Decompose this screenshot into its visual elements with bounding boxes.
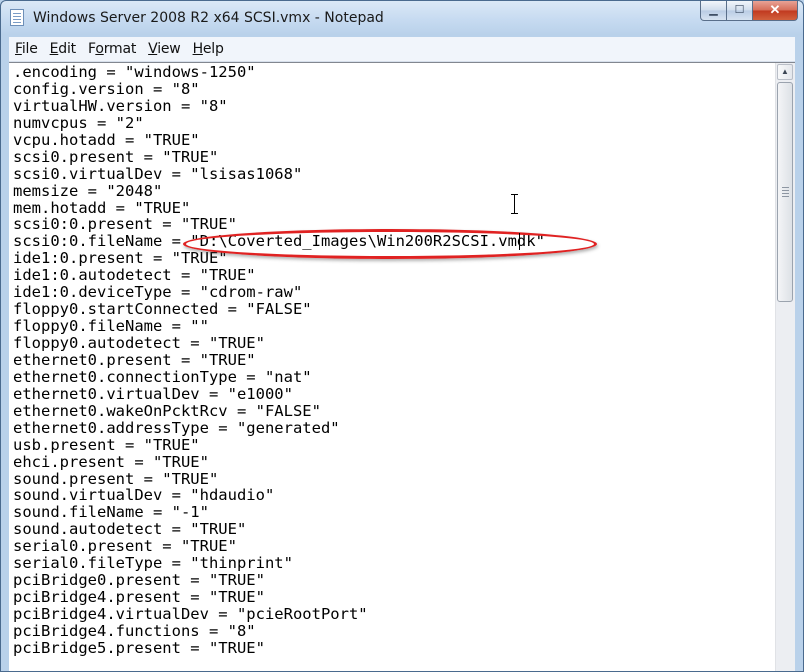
text-line[interactable]: ethernet0.addressType = "generated" [13, 419, 773, 437]
text-line[interactable]: serial0.present = "TRUE" [13, 538, 773, 555]
text-line[interactable]: usb.present = "TRUE" [13, 436, 773, 454]
text-caret [519, 233, 520, 250]
text-line[interactable]: config.version = "8" [13, 80, 773, 98]
vertical-scrollbar[interactable]: ▲ [775, 63, 795, 671]
scroll-up-arrow-icon[interactable]: ▲ [777, 64, 793, 80]
menu-bar: File Edit Format View Help [9, 37, 795, 62]
text-line[interactable]: ethernet0.wakeOnPcktRcv = "FALSE" [13, 402, 773, 420]
text-line[interactable]: ethernet0.present = "TRUE" [13, 351, 773, 369]
editor-text[interactable]: .encoding = "windows-1250" config.version… [13, 64, 773, 670]
text-line[interactable]: ethernet0.virtualDev = "e1000" [13, 385, 773, 403]
close-button[interactable]: ✕ [753, 1, 798, 21]
maximize-button[interactable]: ☐ [727, 1, 753, 21]
text-line[interactable]: sound.autodetect = "TRUE" [13, 521, 773, 538]
text-line[interactable]: ide1:0.autodetect = "TRUE" [13, 267, 773, 284]
notepad-window: Windows Server 2008 R2 x64 SCSI.vmx - No… [0, 0, 804, 672]
text-line[interactable]: floppy0.fileName = "" [13, 318, 773, 335]
text-line[interactable]: sound.present = "TRUE" [13, 470, 773, 488]
window-title: Windows Server 2008 R2 x64 SCSI.vmx - No… [33, 10, 384, 26]
menu-help[interactable]: Help [187, 38, 230, 60]
caption-buttons: ▁ ☐ ✕ [700, 1, 798, 23]
text-line[interactable]: scsi0.virtualDev = "lsisas1068" [13, 165, 773, 183]
ibeam-cursor-icon [509, 194, 520, 214]
highlight-annotation [183, 229, 597, 259]
text-line[interactable]: floppy0.startConnected = "FALSE" [13, 301, 773, 318]
scroll-thumb[interactable] [777, 82, 793, 302]
text-line[interactable]: pciBridge4.functions = "8" [13, 622, 773, 640]
text-line[interactable]: ide1:0.deviceType = "cdrom-raw" [13, 284, 773, 301]
menu-file[interactable]: File [9, 38, 44, 60]
text-line[interactable]: numvcpus = "2" [13, 114, 773, 132]
text-line[interactable]: mem.hotadd = "TRUE" [13, 199, 773, 217]
text-line[interactable]: pciBridge0.present = "TRUE" [13, 572, 773, 589]
scroll-grip-icon [782, 187, 789, 188]
text-line[interactable]: .encoding = "windows-1250" [13, 64, 773, 81]
menu-edit[interactable]: Edit [44, 38, 82, 60]
title-bar[interactable]: Windows Server 2008 R2 x64 SCSI.vmx - No… [1, 1, 803, 35]
minimize-button[interactable]: ▁ [700, 1, 727, 21]
text-line[interactable]: pciBridge5.present = "TRUE" [13, 639, 773, 657]
text-line[interactable]: vcpu.hotadd = "TRUE" [13, 131, 773, 149]
text-line[interactable]: sound.virtualDev = "hdaudio" [13, 487, 773, 504]
menu-format[interactable]: Format [82, 38, 142, 60]
text-line[interactable]: memsize = "2048" [13, 182, 773, 200]
text-line[interactable]: serial0.fileType = "thinprint" [13, 555, 773, 572]
text-line[interactable]: pciBridge4.virtualDev = "pcieRootPort" [13, 606, 773, 623]
text-line[interactable]: sound.fileName = "-1" [13, 504, 773, 521]
text-line[interactable]: ethernet0.connectionType = "nat" [13, 368, 773, 386]
text-line[interactable]: scsi0.present = "TRUE" [13, 148, 773, 166]
menu-view[interactable]: View [142, 38, 186, 60]
text-line[interactable]: ehci.present = "TRUE" [13, 453, 773, 471]
text-editor[interactable]: .encoding = "windows-1250" config.version… [9, 62, 795, 671]
text-line[interactable]: virtualHW.version = "8" [13, 97, 773, 115]
notepad-icon[interactable] [10, 9, 24, 26]
text-line[interactable]: floppy0.autodetect = "TRUE" [13, 335, 773, 352]
text-line[interactable]: pciBridge4.present = "TRUE" [13, 589, 773, 606]
